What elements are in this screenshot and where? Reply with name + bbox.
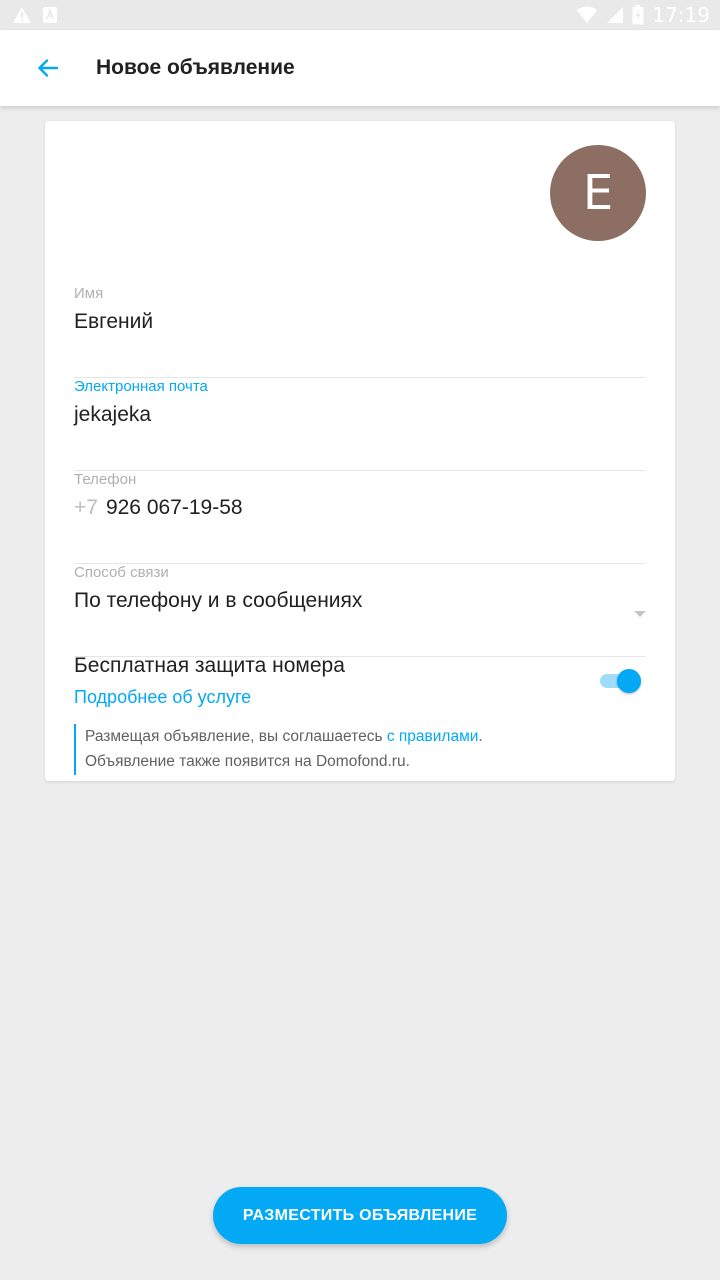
email-field[interactable]: Электронная почта jekajeka bbox=[74, 378, 646, 471]
a-notification-icon bbox=[43, 7, 57, 23]
notice-text: Размещая объявление, вы соглашаетесь bbox=[85, 728, 387, 745]
status-bar: 17:19 bbox=[0, 0, 720, 30]
email-value[interactable]: jekajeka bbox=[74, 403, 151, 427]
arrow-left-icon bbox=[38, 59, 59, 77]
contact-card: E Имя Евгений Электронная почта jekajeka… bbox=[45, 121, 675, 781]
avatar[interactable]: E bbox=[550, 145, 646, 241]
email-label: Электронная почта bbox=[74, 378, 208, 395]
warning-icon bbox=[13, 7, 31, 23]
rules-link[interactable]: с правилами bbox=[387, 728, 479, 745]
notice-period: . bbox=[478, 728, 483, 745]
number-protection-toggle[interactable] bbox=[600, 668, 642, 694]
status-system: 17:19 bbox=[576, 3, 710, 27]
phone-label: Телефон bbox=[74, 471, 137, 488]
number-protection-title: Бесплатная защита номера bbox=[74, 654, 345, 677]
notice-domofond: Объявление также появится на Domofond.ru… bbox=[85, 753, 410, 770]
toggle-thumb bbox=[617, 669, 641, 693]
name-field[interactable]: Имя Евгений bbox=[74, 285, 646, 378]
contact-method-value[interactable]: По телефону и в сообщениях bbox=[74, 589, 362, 613]
status-time: 17:19 bbox=[652, 3, 710, 27]
page-title: Новое объявление bbox=[96, 56, 295, 79]
signal-icon bbox=[607, 7, 624, 23]
post-ad-button[interactable]: РАЗМЕСТИТЬ ОБЪЯВЛЕНИЕ bbox=[213, 1187, 507, 1244]
service-details-link[interactable]: Подробнее об услуге bbox=[74, 687, 251, 708]
terms-notice: Размещая объявление, вы соглашаетесь с п… bbox=[74, 724, 634, 775]
name-value[interactable]: Евгений bbox=[74, 310, 153, 334]
back-button[interactable] bbox=[28, 50, 68, 86]
phone-value-row[interactable]: +7 926 067-19-58 bbox=[74, 496, 243, 520]
app-bar: Новое объявление bbox=[0, 30, 720, 106]
contact-method-label: Способ связи bbox=[74, 564, 169, 581]
status-notifications bbox=[12, 6, 58, 24]
wifi-icon bbox=[576, 6, 598, 23]
phone-prefix: +7 bbox=[74, 496, 98, 519]
phone-number[interactable]: 926 067-19-58 bbox=[106, 496, 243, 519]
dropdown-arrow-icon[interactable] bbox=[634, 611, 646, 617]
name-label: Имя bbox=[74, 285, 104, 302]
phone-field[interactable]: Телефон +7 926 067-19-58 bbox=[74, 471, 646, 564]
contact-method-select[interactable]: Способ связи По телефону и в сообщениях bbox=[74, 564, 646, 657]
battery-icon bbox=[632, 5, 644, 25]
